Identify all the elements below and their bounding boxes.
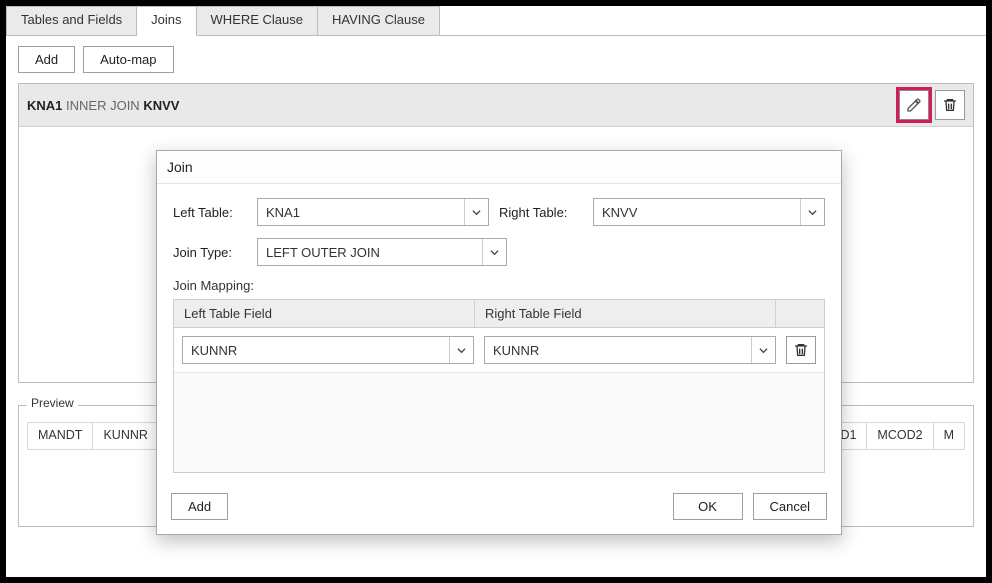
edit-join-button[interactable] bbox=[899, 90, 929, 120]
preview-legend: Preview bbox=[27, 396, 78, 410]
tabs: Tables and Fields Joins WHERE Clause HAV… bbox=[6, 6, 986, 36]
tab-tables-fields[interactable]: Tables and Fields bbox=[6, 6, 137, 35]
chevron-down-icon[interactable] bbox=[449, 337, 473, 363]
col-header: MCOD2 bbox=[867, 423, 933, 449]
ok-button[interactable]: OK bbox=[673, 493, 743, 520]
chevron-down-icon[interactable] bbox=[464, 199, 488, 225]
join-dialog: Join Left Table: KNA1 Right Table: KNVV … bbox=[156, 150, 842, 535]
pencil-icon bbox=[906, 97, 922, 113]
right-field-select[interactable]: KUNNR bbox=[484, 336, 776, 364]
trash-icon bbox=[793, 342, 809, 358]
right-table-select[interactable]: KNVV bbox=[593, 198, 825, 226]
join-type-select[interactable]: LEFT OUTER JOIN bbox=[257, 238, 507, 266]
left-field-header: Left Table Field bbox=[174, 300, 475, 327]
join-mapping-label: Join Mapping: bbox=[173, 278, 825, 293]
left-table-select[interactable]: KNA1 bbox=[257, 198, 489, 226]
delete-mapping-button[interactable] bbox=[786, 336, 816, 364]
chevron-down-icon[interactable] bbox=[800, 199, 824, 225]
dialog-add-button[interactable]: Add bbox=[171, 493, 228, 520]
chevron-down-icon[interactable] bbox=[751, 337, 775, 363]
left-field-select[interactable]: KUNNR bbox=[182, 336, 474, 364]
tab-where[interactable]: WHERE Clause bbox=[197, 6, 318, 35]
join-mapping-grid: Left Table Field Right Table Field KUNNR… bbox=[173, 299, 825, 473]
join-type-label: Join Type: bbox=[173, 245, 247, 260]
dialog-title: Join bbox=[157, 151, 841, 184]
cancel-button[interactable]: Cancel bbox=[753, 493, 827, 520]
tab-joins[interactable]: Joins bbox=[137, 6, 196, 36]
col-header: MANDT bbox=[28, 423, 93, 449]
automap-button[interactable]: Auto-map bbox=[83, 46, 173, 73]
right-table-label: Right Table: bbox=[499, 205, 583, 220]
delete-join-button[interactable] bbox=[935, 90, 965, 120]
col-header: KUNNR bbox=[93, 423, 158, 449]
tab-having[interactable]: HAVING Clause bbox=[318, 6, 440, 35]
col-header: M bbox=[934, 423, 964, 449]
left-table-label: Left Table: bbox=[173, 205, 247, 220]
add-button[interactable]: Add bbox=[18, 46, 75, 73]
join-title: KNA1 INNER JOIN KNVV bbox=[27, 98, 179, 113]
trash-icon bbox=[942, 97, 958, 113]
right-field-header: Right Table Field bbox=[475, 300, 776, 327]
chevron-down-icon[interactable] bbox=[482, 239, 506, 265]
